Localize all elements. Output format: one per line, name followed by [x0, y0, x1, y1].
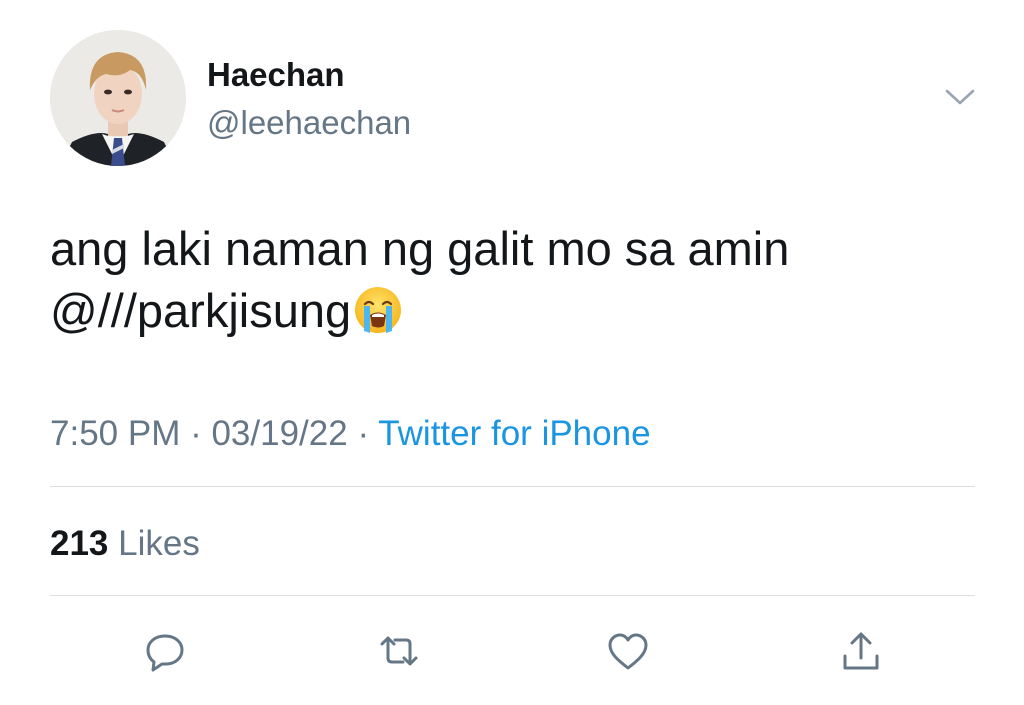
author-display-name[interactable]: Haechan	[207, 56, 345, 94]
retweet-button[interactable]	[374, 628, 424, 674]
divider	[50, 595, 975, 596]
reply-icon	[146, 634, 184, 672]
share-icon	[843, 632, 879, 670]
tweet-mention-text: @///parkjisung	[50, 284, 352, 337]
likes-label: Likes	[118, 524, 200, 563]
divider	[50, 486, 975, 487]
tweet-text: ang laki naman ng galit mo sa amin @///p…	[50, 218, 980, 342]
likes-count: 213	[50, 524, 109, 563]
loudly-crying-face-icon	[353, 285, 403, 335]
tweet-text-line-2: @///parkjisung	[50, 280, 980, 342]
chevron-down-icon[interactable]	[944, 84, 976, 108]
avatar[interactable]	[50, 30, 186, 166]
avatar-photo	[50, 30, 186, 166]
like-button[interactable]	[603, 628, 653, 674]
meta-separator: ·	[347, 414, 379, 453]
author-handle[interactable]: @leehaechan	[207, 104, 411, 142]
tweet-date[interactable]: 03/19/22	[211, 414, 347, 453]
like-icon	[608, 633, 648, 670]
tweet-source-link[interactable]: Twitter for iPhone	[378, 414, 650, 453]
tweet-meta: 7:50 PM · 03/19/22 · Twitter for iPhone	[50, 413, 651, 455]
tweet-time: 7:50 PM	[50, 414, 181, 453]
meta-separator: ·	[180, 414, 212, 453]
retweet-icon	[380, 636, 418, 666]
tweet-text-line-1: ang laki naman ng galit mo sa amin	[50, 222, 790, 275]
reply-button[interactable]	[140, 628, 190, 674]
likes-stat[interactable]: 213 Likes	[50, 523, 200, 565]
share-button[interactable]	[836, 628, 886, 674]
